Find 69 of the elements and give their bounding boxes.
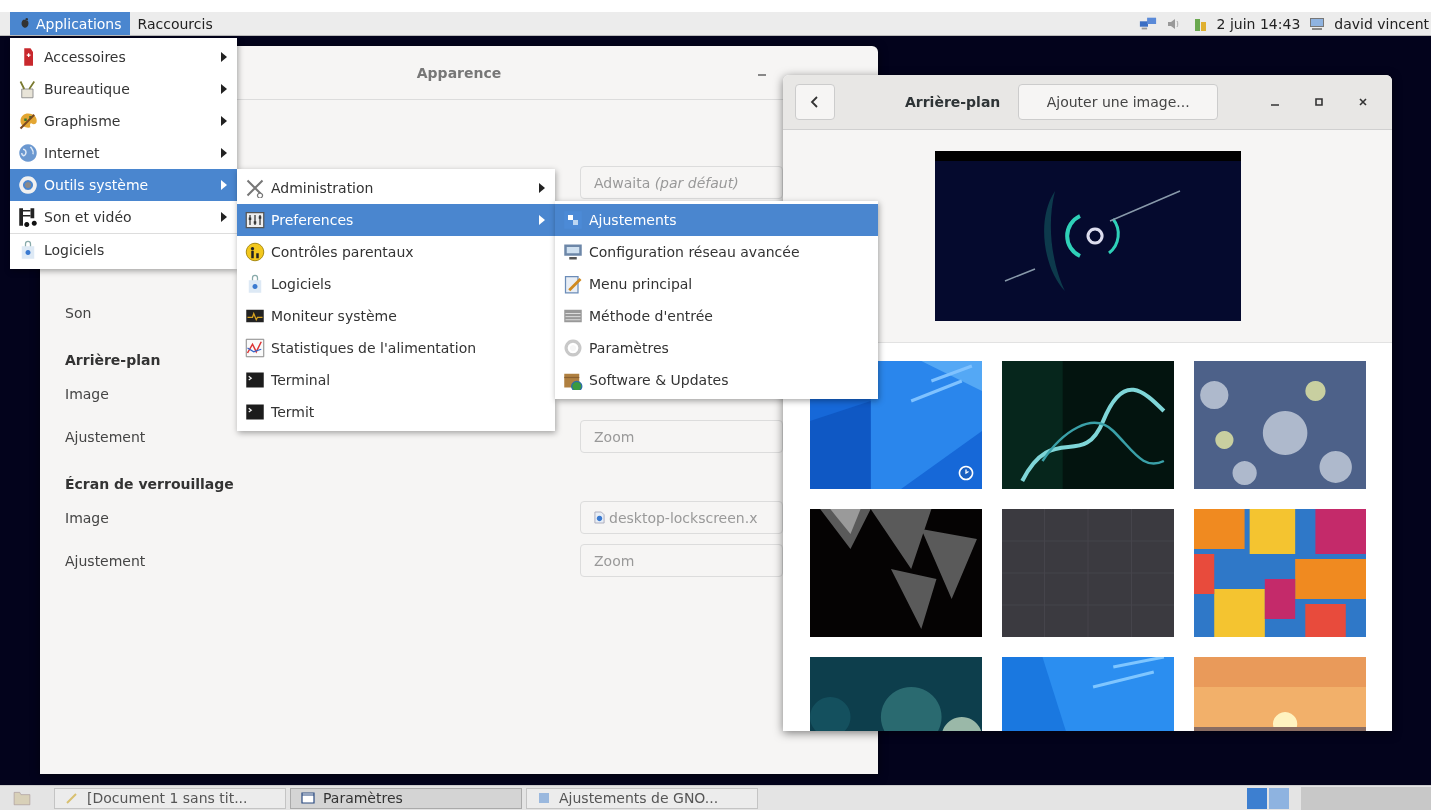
terminal-icon (245, 402, 265, 422)
menu-item[interactable]: Administration (237, 172, 555, 204)
submenu-arrow-icon (539, 183, 545, 193)
section-heading: Écran de verrouillage (65, 476, 234, 492)
menu-item[interactable]: Preferences (237, 204, 555, 236)
back-button[interactable] (795, 84, 835, 120)
window-icon (301, 791, 315, 805)
submenu-arrow-icon (221, 180, 227, 190)
add-image-button[interactable]: Ajouter une image... (1018, 84, 1219, 120)
menu-item[interactable]: Configuration réseau avancée (555, 236, 878, 268)
close-icon[interactable] (1358, 97, 1368, 107)
applications-menu[interactable]: Applications (10, 12, 130, 35)
menu-item[interactable]: Logiciels (237, 268, 555, 300)
submenu-arrow-icon (539, 215, 545, 225)
chevron-left-icon (809, 95, 820, 109)
tools-icon (245, 178, 265, 198)
menu-item[interactable]: Moniteur système (237, 300, 555, 332)
chart-icon (245, 338, 265, 358)
task-button[interactable]: Ajustements de GNO... (526, 787, 758, 809)
notepad-icon (563, 274, 583, 294)
menu-item[interactable]: Contrôles parentaux (237, 236, 555, 268)
terminal-icon (245, 370, 265, 390)
row-label: Image (65, 509, 109, 526)
menu-item[interactable]: Terminal (237, 364, 555, 396)
menu-item[interactable]: Son et vidéo (10, 201, 237, 233)
menu-item[interactable]: Menu principal (555, 268, 878, 300)
section-heading: Arrière-plan (65, 352, 161, 368)
workspace-switcher[interactable] (1247, 787, 1289, 809)
menu-item[interactable]: Bureautique (10, 73, 237, 105)
screen-icon (563, 242, 583, 262)
sliders-icon (245, 210, 265, 230)
settings-icon (563, 338, 583, 358)
menu-item[interactable]: Graphisme (10, 105, 237, 137)
menu-item[interactable]: Ajustements (555, 204, 878, 236)
window-title: Arrière-plan (904, 94, 1001, 110)
palette-icon (18, 111, 38, 131)
shortcuts-menu[interactable]: Raccourcis (129, 12, 221, 35)
menu-item[interactable]: Statistiques de l'alimentation (237, 332, 555, 364)
menu-item[interactable]: Internet (10, 137, 237, 169)
row-label: Ajustement (65, 552, 146, 569)
menu-item[interactable]: Méthode d'entrée (555, 300, 878, 332)
row-label: Son (65, 304, 92, 321)
row-label: Image (65, 385, 109, 402)
computer-icon (1308, 15, 1327, 32)
menu-item[interactable]: Accessoires (10, 41, 237, 73)
globe-icon (18, 143, 38, 163)
file-icon (594, 511, 605, 524)
pen-cup-icon (18, 79, 38, 99)
maximize-icon[interactable] (1314, 97, 1324, 107)
submenu-arrow-icon (221, 148, 227, 158)
row-label: Ajustement (65, 428, 146, 445)
menu-item[interactable]: Outils système (10, 169, 237, 201)
submenu-arrow-icon (221, 212, 227, 222)
pencil-icon (65, 791, 79, 805)
window-title: Apparence (416, 64, 502, 81)
gear-icon (18, 175, 38, 195)
task-button[interactable]: Paramètres (290, 787, 522, 809)
submenu-arrow-icon (221, 52, 227, 62)
clock[interactable]: 2 juin 14:43 (1216, 15, 1301, 32)
submenu-arrow-icon (221, 116, 227, 126)
menu-item[interactable]: Software & Updates (555, 364, 878, 396)
submenu-arrow-icon (221, 84, 227, 94)
menu-item[interactable]: Paramètres (555, 332, 878, 364)
film-icon (18, 207, 38, 227)
task-button[interactable]: [Document 1 sans tit... (54, 787, 286, 809)
menu-item[interactable]: Termit (237, 396, 555, 428)
network-icon[interactable] (1138, 15, 1157, 32)
menu-item[interactable]: Logiciels (10, 234, 237, 266)
user-name[interactable]: david vincent (1334, 15, 1429, 32)
